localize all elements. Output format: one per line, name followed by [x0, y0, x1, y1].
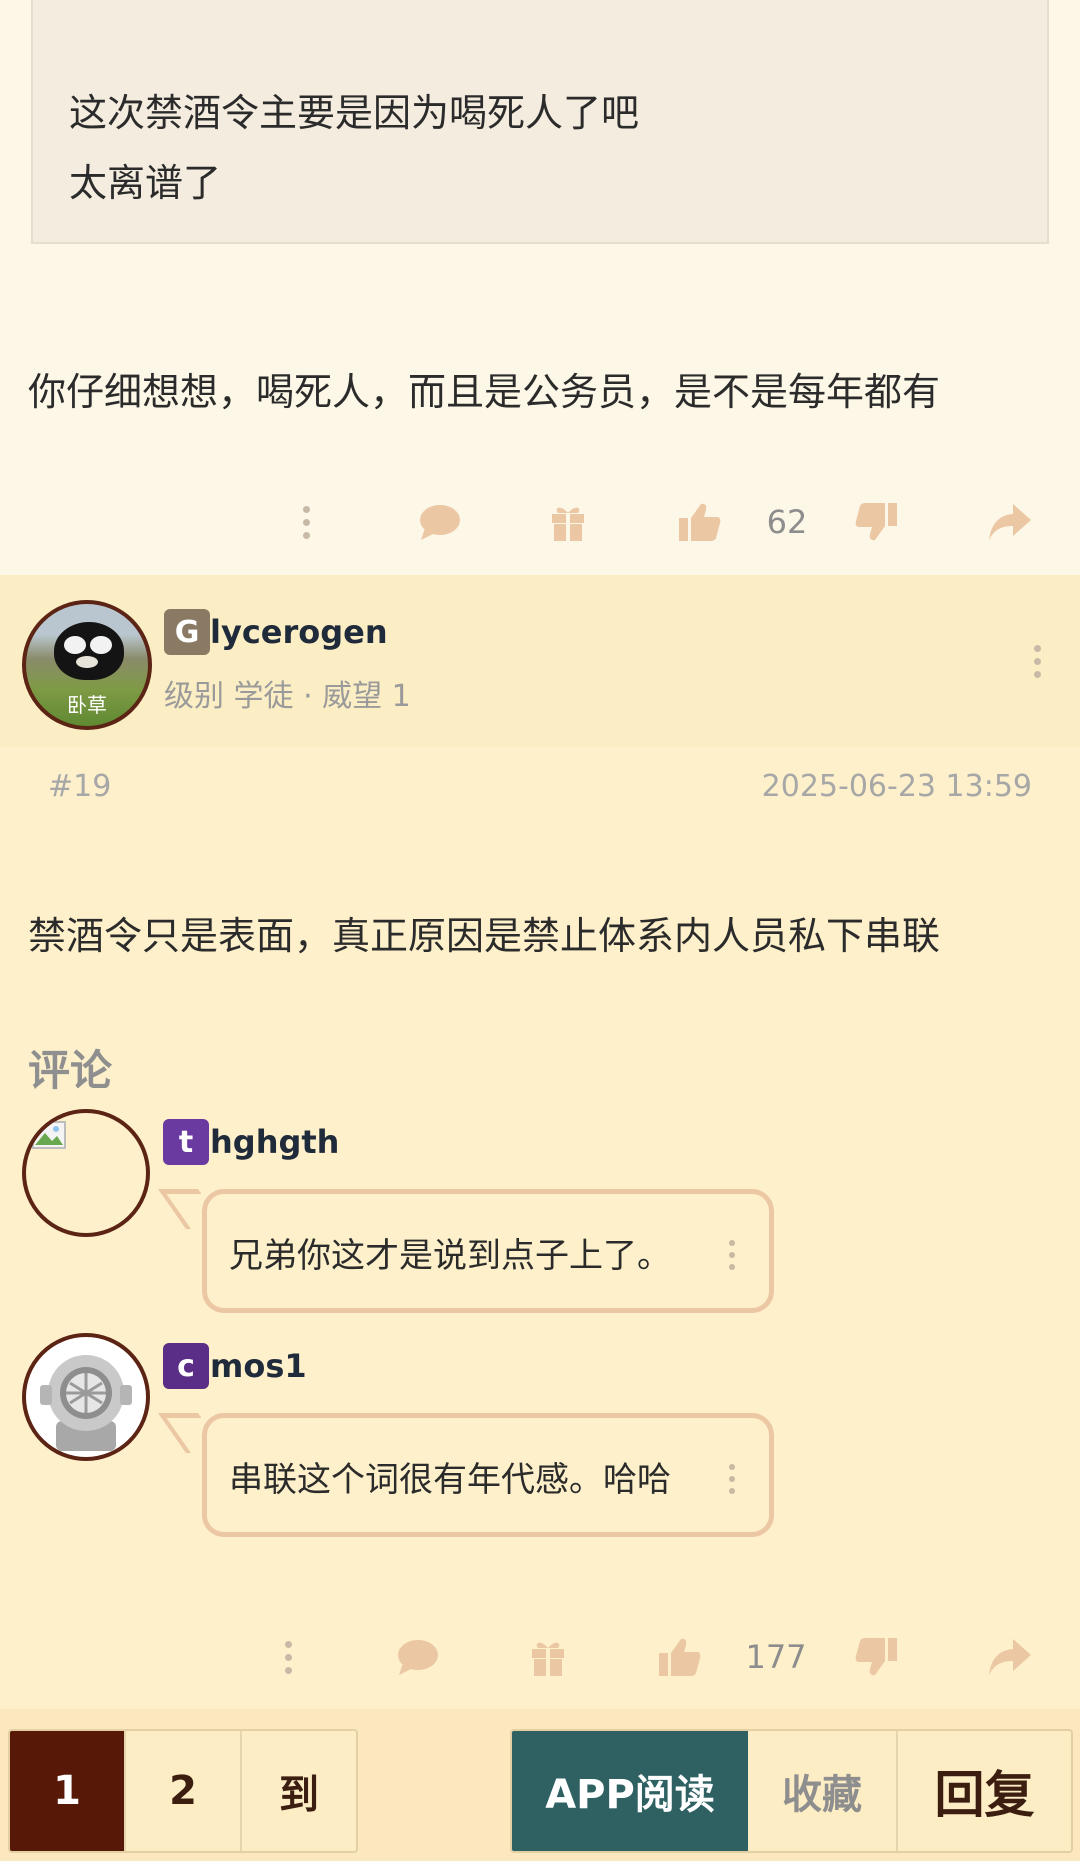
more-icon — [302, 505, 310, 539]
comment-button[interactable] — [410, 472, 470, 572]
floor-number: #19 — [48, 769, 112, 804]
avatar-bear-image — [54, 622, 124, 680]
gift-icon — [552, 507, 584, 541]
previous-post: 这次禁酒令主要是因为喝死人了吧 太离谱了 你仔细想想，喝死人，而且是公务员，是不… — [0, 0, 1080, 575]
comment-text: 串联这个词很有年代感。哈哈 — [229, 1460, 671, 1500]
like-button[interactable] — [670, 472, 730, 572]
share-button[interactable] — [980, 472, 1040, 572]
comment-letter-badge: c — [163, 1343, 209, 1389]
more-icon — [284, 1640, 292, 1674]
quote-block: 这次禁酒令主要是因为喝死人了吧 太离谱了 — [31, 0, 1049, 244]
like-count: 62 — [752, 472, 822, 572]
comment-avatar[interactable] — [22, 1333, 150, 1461]
comment-bubble: 串联这个词很有年代感。哈哈 — [202, 1413, 774, 1537]
reply-user-header: 卧草 G lycerogen 级别 学徒 · 威望 1 — [0, 575, 1080, 747]
comment-menu-button[interactable] — [729, 1464, 735, 1494]
quote-line: 太离谱了 — [69, 161, 222, 205]
share-icon — [989, 504, 1031, 540]
page-1-button[interactable]: 1 — [10, 1731, 126, 1851]
like-count-text: 62 — [766, 503, 808, 541]
comment-menu-button[interactable] — [729, 1240, 735, 1270]
pagination: 1 2 到 — [8, 1729, 358, 1853]
dislike-button[interactable] — [846, 472, 906, 572]
post-time: 2025-06-23 13:59 — [761, 769, 1032, 804]
thumbs-down-icon — [855, 1638, 897, 1676]
post-action-bar: 62 — [0, 472, 1080, 572]
bottom-navigation: 1 2 到 APP阅读 收藏 回复 — [0, 1709, 1080, 1861]
comment-avatar[interactable] — [22, 1109, 150, 1237]
page-2-button[interactable]: 2 — [126, 1731, 242, 1851]
bottom-actions: APP阅读 收藏 回复 — [510, 1729, 1073, 1853]
comment-icon — [420, 505, 460, 540]
avatar[interactable]: 卧草 — [22, 600, 152, 730]
dislike-button[interactable] — [846, 1607, 906, 1707]
more-options-button[interactable] — [258, 1607, 318, 1707]
comment-username[interactable]: mos1 — [210, 1347, 307, 1385]
reply-text: 禁酒令只是表面，真正原因是禁止体系内人员私下串联 — [28, 914, 941, 958]
comment-icon — [398, 1640, 438, 1675]
favorite-button[interactable]: 收藏 — [748, 1731, 898, 1851]
gift-button[interactable] — [538, 472, 598, 572]
like-count-text: 177 — [745, 1638, 807, 1676]
thumbs-up-icon — [659, 1638, 701, 1676]
like-count: 177 — [736, 1607, 816, 1707]
reply-button[interactable]: 回复 — [898, 1731, 1071, 1851]
broken-image-icon — [32, 1121, 66, 1149]
thumbs-down-icon — [855, 503, 897, 541]
reply-action-bar: 177 — [0, 1607, 1080, 1707]
reply-body: #19 2025-06-23 13:59 禁酒令只是表面，真正原因是禁止体系内人… — [0, 747, 1080, 1709]
share-icon — [989, 1639, 1031, 1675]
gift-icon — [532, 1642, 564, 1676]
like-button[interactable] — [650, 1607, 710, 1707]
more-options-button[interactable] — [276, 472, 336, 572]
comment-text: 兄弟你这才是说到点子上了。 — [229, 1236, 671, 1276]
share-button[interactable] — [980, 1607, 1040, 1707]
diving-helmet-image — [40, 1355, 132, 1451]
comment-username[interactable]: hghgth — [210, 1123, 339, 1161]
user-letter-badge: G — [164, 609, 210, 655]
thumbs-up-icon — [679, 503, 721, 541]
comment-button[interactable] — [388, 1607, 448, 1707]
comment-bubble: 兄弟你这才是说到点子上了。 — [202, 1189, 774, 1313]
comments-title: 评论 — [28, 1046, 113, 1095]
gift-button[interactable] — [518, 1607, 578, 1707]
quote-line: 这次禁酒令主要是因为喝死人了吧 — [69, 91, 640, 135]
user-level: 级别 学徒 · 威望 1 — [164, 679, 411, 714]
username[interactable]: lycerogen — [210, 613, 388, 651]
avatar-caption: 卧草 — [67, 693, 107, 717]
user-menu-button[interactable] — [1034, 645, 1041, 678]
goto-page-button[interactable]: 到 — [242, 1731, 356, 1851]
comment-letter-badge: t — [163, 1119, 209, 1165]
app-read-button[interactable]: APP阅读 — [512, 1731, 748, 1851]
post-text: 你仔细想想，喝死人，而且是公务员，是不是每年都有 — [28, 370, 941, 414]
